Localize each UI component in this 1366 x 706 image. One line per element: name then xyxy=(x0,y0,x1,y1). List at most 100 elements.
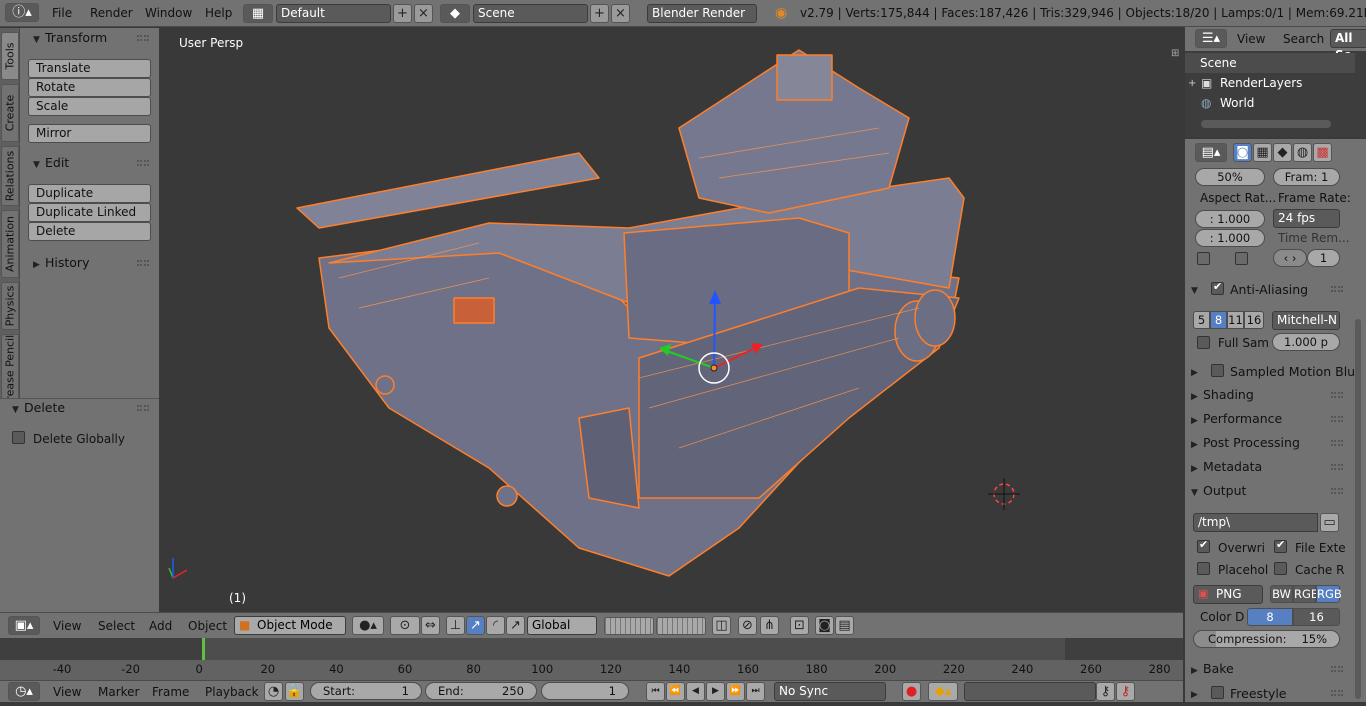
outliner-menu-search[interactable]: Search xyxy=(1283,29,1324,49)
menu-add[interactable]: Add xyxy=(149,616,172,636)
drag-grip-icon[interactable] xyxy=(137,35,149,41)
expand-plus-icon[interactable]: + xyxy=(1188,78,1196,89)
menu-render[interactable]: Render xyxy=(90,3,133,23)
jump-end-icon[interactable]: ⏭ xyxy=(746,682,765,701)
file-extensions-checkbox[interactable] xyxy=(1274,538,1287,553)
jump-keyframe-back-icon[interactable]: ⏪ xyxy=(666,682,685,701)
screen-layout-icon[interactable]: ▦ xyxy=(243,4,273,23)
play-reverse-icon[interactable]: ◀ xyxy=(686,682,705,701)
3d-viewport[interactable]: User Persp ⊞ (1) xyxy=(159,28,1183,612)
aa-samples-8[interactable]: 8 xyxy=(1210,311,1227,329)
jump-start-icon[interactable]: ⏮ xyxy=(646,682,665,701)
menu-marker[interactable]: Marker xyxy=(98,682,139,702)
output-panel-header[interactable]: ▼ Output xyxy=(1191,480,1341,502)
menu-playback[interactable]: Playback xyxy=(205,682,259,702)
delete-button[interactable]: Delete xyxy=(28,222,151,241)
start-frame-field[interactable]: Start: 1 xyxy=(310,682,422,700)
tab-relations[interactable]: Relations xyxy=(1,146,19,206)
scale-button[interactable]: Scale xyxy=(28,97,151,116)
rotate-button[interactable]: Rotate xyxy=(28,78,151,97)
motion-blur-checkbox[interactable] xyxy=(1211,364,1224,377)
drag-grip-icon[interactable] xyxy=(1331,666,1343,672)
properties-scrollbar[interactable] xyxy=(1355,319,1361,699)
color-depth-8[interactable]: 8 xyxy=(1247,608,1293,626)
frame-rate-dropdown[interactable]: 24 fps xyxy=(1273,209,1340,228)
folder-browse-icon[interactable]: ▭ xyxy=(1320,513,1339,532)
mirror-button[interactable]: Mirror xyxy=(28,124,151,143)
aa-samples-16[interactable]: 16 xyxy=(1244,311,1264,329)
add-layout-icon[interactable]: + xyxy=(393,4,412,23)
tab-tools[interactable]: Tools xyxy=(1,32,19,80)
metadata-panel-header[interactable]: ▶ Metadata xyxy=(1191,456,1341,478)
keying-set-icon[interactable]: ◆▴ xyxy=(928,682,958,701)
texture-tab-icon[interactable]: ▩ xyxy=(1313,143,1332,162)
render-still-icon[interactable]: ◙ xyxy=(815,616,834,635)
aspect-x-field[interactable]: : 1.000 xyxy=(1195,210,1265,228)
end-frame-field[interactable]: End: 250 xyxy=(425,682,537,700)
compression-slider[interactable]: Compression: 15% xyxy=(1193,630,1340,648)
record-icon[interactable]: ● xyxy=(902,682,921,701)
editor-type-3d-icon[interactable]: ▣▴ xyxy=(8,616,40,635)
time-remap-new-field[interactable]: 1 xyxy=(1307,249,1340,267)
tab-create[interactable]: Create xyxy=(1,84,19,142)
menu-help[interactable]: Help xyxy=(205,3,232,23)
bake-panel-header[interactable]: ▶ Bake xyxy=(1191,658,1341,680)
performance-panel-header[interactable]: ▶ Performance xyxy=(1191,408,1341,430)
transform-manip-icon[interactable]: ↗ xyxy=(506,616,525,635)
menu-view[interactable]: View xyxy=(53,616,81,636)
scene-icon[interactable]: ◆ xyxy=(440,4,470,23)
jump-keyframe-forward-icon[interactable]: ⏩ xyxy=(726,682,745,701)
time-remap-old-field[interactable]: ‹ › xyxy=(1273,249,1307,267)
drag-grip-icon[interactable] xyxy=(1331,690,1343,696)
outliner-item-scene[interactable]: Scene xyxy=(1200,56,1237,70)
timeline[interactable]: -40 -20 0 20 40 60 80 100 120 140 160 180 200 220 240 2… xyxy=(0,638,1183,680)
outliner-menu-view[interactable]: View xyxy=(1237,29,1265,49)
border-checkbox[interactable] xyxy=(1197,252,1210,265)
drag-grip-icon[interactable] xyxy=(1331,488,1343,494)
tab-animation[interactable]: Animation xyxy=(1,210,19,278)
play-icon[interactable]: ▶ xyxy=(706,682,725,701)
lock-range-icon[interactable]: 🔒 xyxy=(285,682,304,701)
drag-grip-icon[interactable] xyxy=(1331,416,1343,422)
outliner-display-dropdown[interactable]: All Sc xyxy=(1330,29,1366,62)
render-animation-icon[interactable]: ▤ xyxy=(835,616,854,635)
duplicate-linked-button[interactable]: Duplicate Linked xyxy=(28,203,151,222)
cache-result-checkbox[interactable] xyxy=(1274,562,1287,575)
drag-grip-icon[interactable] xyxy=(137,160,149,166)
drag-grip-icon[interactable] xyxy=(137,260,149,266)
manipulator-toggle-icon[interactable]: ⇔ xyxy=(421,616,440,635)
color-depth-16[interactable]: 16 xyxy=(1293,608,1340,626)
scale-manip-icon[interactable]: ◜ xyxy=(486,616,505,635)
preview-range-icon[interactable]: ◔ xyxy=(264,682,283,701)
crop-checkbox[interactable] xyxy=(1235,252,1248,265)
remove-layout-icon[interactable]: × xyxy=(414,4,433,23)
drag-grip-icon[interactable] xyxy=(1331,392,1343,398)
render-tab-icon[interactable]: ◙ xyxy=(1233,143,1252,162)
post-processing-panel-header[interactable]: ▶ Post Processing xyxy=(1191,432,1341,454)
editor-type-outliner-icon[interactable]: ☰▴ xyxy=(1195,29,1227,48)
outliner-item-world[interactable]: World xyxy=(1220,96,1254,110)
editor-type-properties-icon[interactable]: ▤▴ xyxy=(1195,143,1227,162)
menu-view[interactable]: View xyxy=(53,682,81,702)
rotate-manip-icon[interactable]: ↗ xyxy=(466,616,485,635)
anti-aliasing-checkbox[interactable] xyxy=(1211,280,1224,295)
snap-icon[interactable]: ⋔ xyxy=(760,616,779,635)
filter-size-field[interactable]: 1.000 p xyxy=(1272,333,1340,351)
remove-scene-icon[interactable]: × xyxy=(611,4,630,23)
output-path-field[interactable]: /tmp\ xyxy=(1193,513,1318,532)
full-sample-checkbox[interactable] xyxy=(1197,336,1210,349)
menu-window[interactable]: Window xyxy=(145,3,192,23)
sync-mode-dropdown[interactable]: No Sync xyxy=(774,682,886,701)
placeholders-checkbox[interactable] xyxy=(1197,562,1210,575)
freestyle-checkbox[interactable] xyxy=(1211,686,1224,699)
mode-dropdown[interactable]: Object Mode xyxy=(234,616,346,635)
color-mode-bw[interactable]: BW xyxy=(1270,585,1293,603)
outliner-item-renderlayers[interactable]: RenderLayers xyxy=(1220,76,1302,90)
aspect-y-field[interactable]: : 1.000 xyxy=(1195,229,1265,247)
screen-layout-dropdown[interactable]: Default xyxy=(276,4,391,23)
drag-grip-icon[interactable] xyxy=(1331,440,1343,446)
drag-grip-icon[interactable] xyxy=(137,405,149,411)
delete-operator-header[interactable]: ▼ Delete xyxy=(12,398,65,418)
duplicate-button[interactable]: Duplicate xyxy=(28,184,151,203)
tank-model[interactable] xyxy=(159,28,1183,612)
